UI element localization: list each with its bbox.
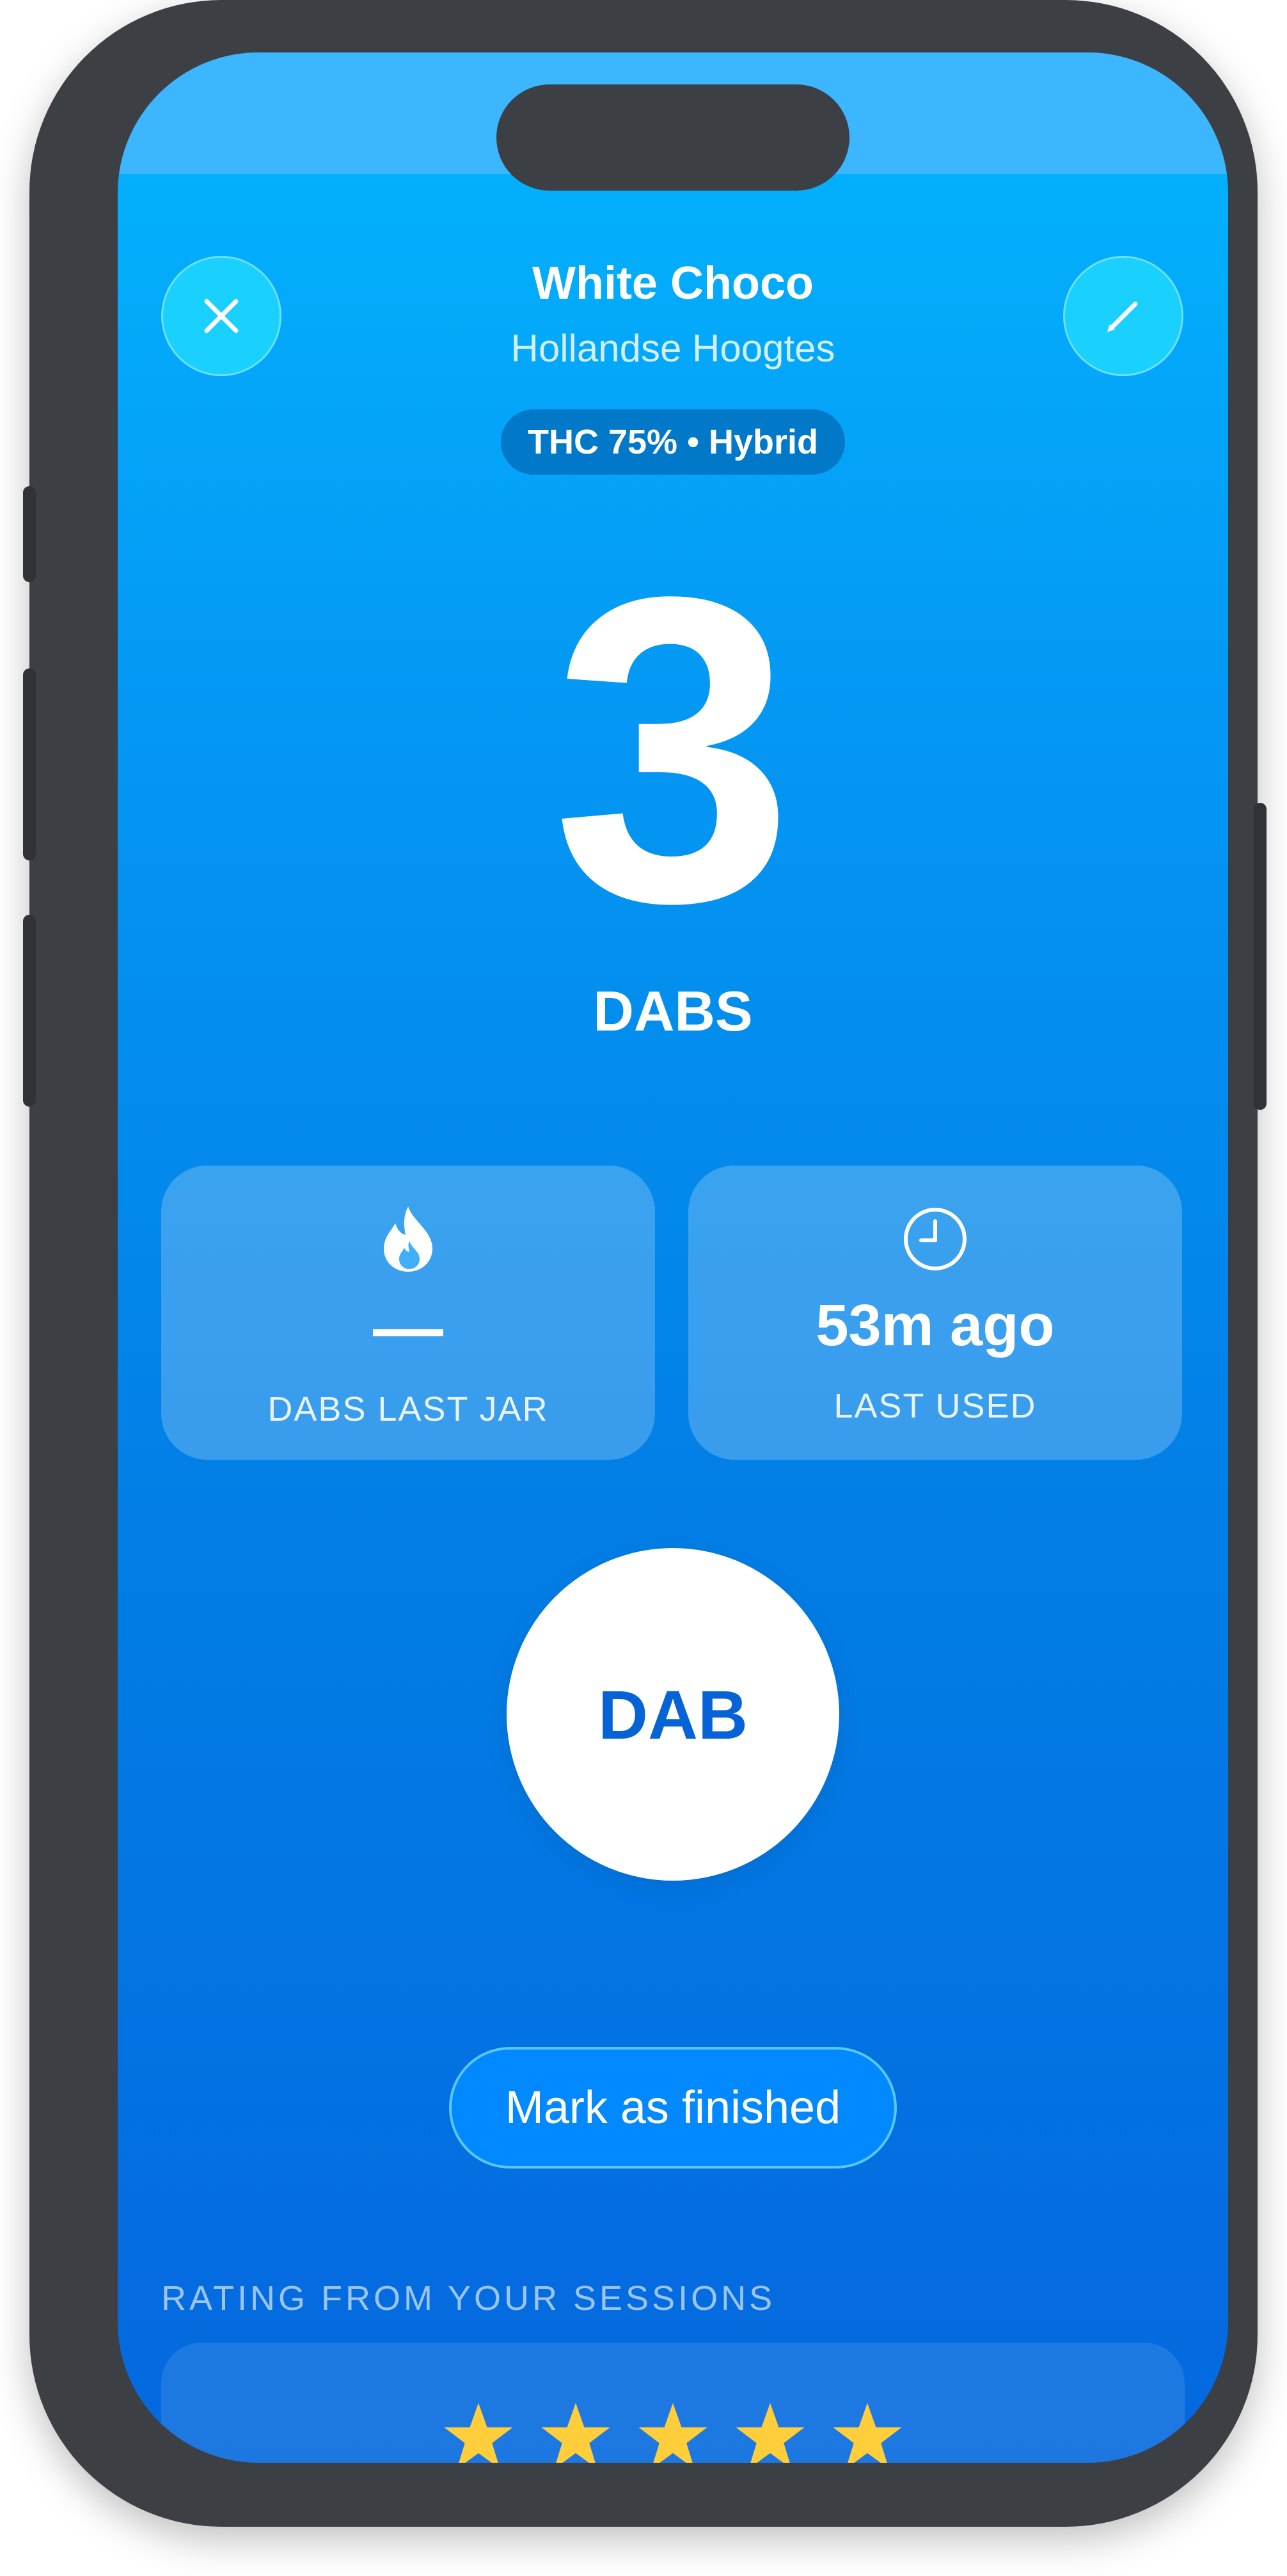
edit-button[interactable]	[1063, 256, 1183, 376]
dynamic-island	[496, 84, 849, 191]
phone-frame: White Choco Hollandse Hoogtes THC 75% • …	[29, 0, 1258, 2527]
star-icon[interactable]	[443, 2400, 514, 2463]
flame-icon	[373, 1204, 443, 1274]
dabs-last-jar-label: DABS LAST JAR	[267, 1390, 549, 1428]
dab-button[interactable]: DAB	[507, 1548, 839, 1881]
strain-title: White Choco	[532, 258, 814, 309]
last-used-label: LAST USED	[833, 1387, 1037, 1425]
dabs-last-jar-card: — DABS LAST JAR	[161, 1166, 655, 1460]
star-icon[interactable]	[637, 2400, 709, 2463]
dabs-last-jar-value: —	[373, 1288, 443, 1367]
brand-subtitle: Hollandse Hoogtes	[510, 327, 835, 370]
clock-icon	[900, 1204, 970, 1274]
dab-count: 3	[551, 507, 794, 993]
star-icon[interactable]	[734, 2400, 806, 2463]
volume-up-button	[23, 668, 36, 860]
star-icon[interactable]	[540, 2400, 612, 2463]
rating-section-title: RATING FROM YOUR SESSIONS	[161, 2279, 776, 2318]
mute-switch	[23, 486, 36, 582]
power-button	[1254, 803, 1267, 1110]
last-used-value: 53m ago	[816, 1293, 1055, 1358]
app-screen: White Choco Hollandse Hoogtes THC 75% • …	[118, 52, 1228, 2463]
last-used-card: 53m ago LAST USED	[688, 1166, 1182, 1460]
volume-down-button	[23, 915, 36, 1107]
star-rating	[161, 2400, 1185, 2463]
thc-strain-badge: THC 75% • Hybrid	[501, 409, 845, 475]
star-icon[interactable]	[832, 2400, 903, 2463]
rating-card	[161, 2343, 1185, 2463]
dab-button-label: DAB	[598, 1675, 748, 1753]
dab-count-label: DABS	[593, 979, 753, 1043]
mark-finished-label: Mark as finished	[505, 2082, 841, 2133]
mark-finished-button[interactable]: Mark as finished	[449, 2047, 897, 2169]
pencil-icon	[1107, 301, 1138, 332]
